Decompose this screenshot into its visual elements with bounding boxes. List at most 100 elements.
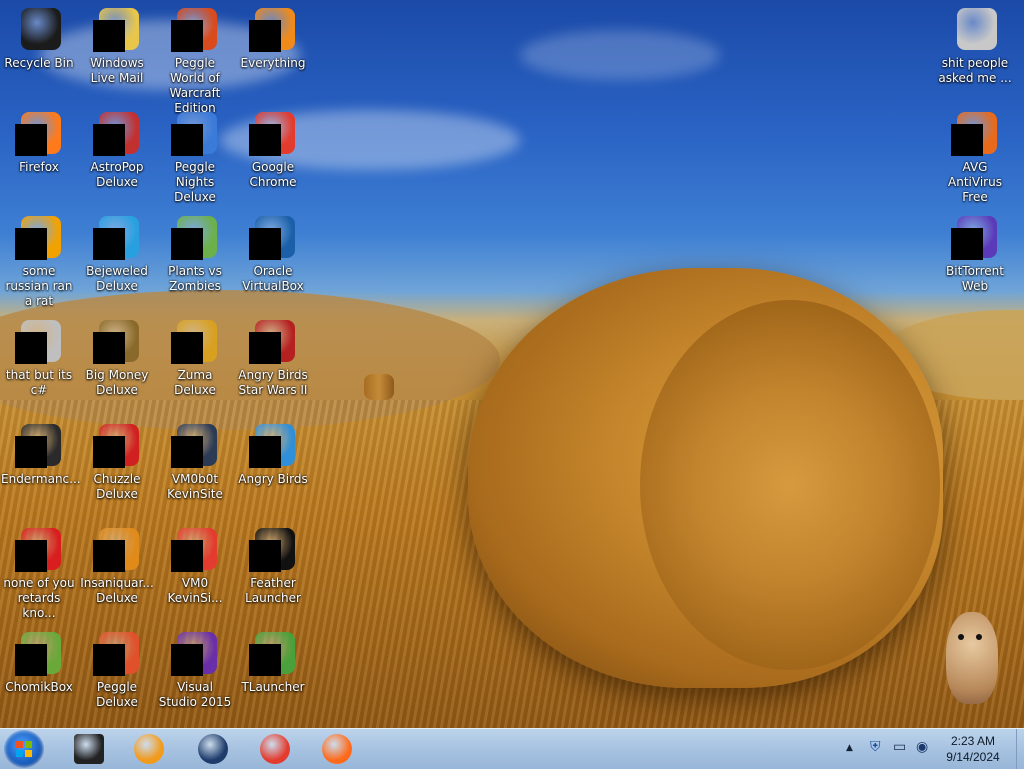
- desktop-icon[interactable]: Visual Studio 2015: [156, 624, 234, 724]
- desktop-icon-label: TLauncher: [241, 680, 305, 694]
- desktop-icon[interactable]: Endermanc...: [0, 416, 81, 516]
- windows-logo-icon: [16, 741, 32, 757]
- taskbar: ▲ ⛨ ▭ ◉ 2:23 AM 9/14/2024: [0, 728, 1024, 769]
- taskbar-app-media-player[interactable]: [126, 732, 172, 766]
- taskbar-app-mail-app[interactable]: [66, 732, 112, 766]
- redaction-box: [171, 540, 203, 572]
- volume-icon[interactable]: ◉: [916, 739, 928, 755]
- desktop-icon[interactable]: TLauncher: [234, 624, 312, 724]
- media-player-icon: [134, 734, 164, 764]
- app-icon: [951, 6, 999, 54]
- desktop-icon[interactable]: Plants vs Zombies: [156, 208, 234, 308]
- app-icon: [951, 110, 999, 158]
- desktop-icon[interactable]: Insaniquar... Deluxe: [78, 520, 156, 620]
- app-icon: [951, 214, 999, 262]
- desktop-icon-label: Windows Live Mail: [90, 56, 144, 85]
- redaction-box: [93, 20, 125, 52]
- desktop-icon[interactable]: Peggle World of Warcraft Edition: [156, 0, 234, 115]
- redaction-box: [93, 436, 125, 468]
- monitor-icon[interactable]: ▭: [893, 739, 906, 755]
- desktop-icon[interactable]: Angry Birds Star Wars II: [234, 312, 312, 412]
- desktop-icon[interactable]: some russian ran a rat: [0, 208, 78, 308]
- app-icon: [15, 526, 63, 574]
- clock[interactable]: 2:23 AM 9/14/2024: [930, 733, 1016, 765]
- desktop-icon-label: Bejeweled Deluxe: [86, 264, 148, 293]
- desktop-icon[interactable]: Angry Birds: [234, 416, 312, 516]
- desktop-icon[interactable]: Feather Launcher: [234, 520, 312, 620]
- desktop-icon[interactable]: Google Chrome: [234, 104, 312, 204]
- desktop-icon[interactable]: Zuma Deluxe: [156, 312, 234, 412]
- redaction-box: [93, 540, 125, 572]
- desktop-icon[interactable]: Windows Live Mail: [78, 0, 156, 100]
- app-icon: [15, 110, 63, 158]
- show-hidden-icons-button[interactable]: ▲: [846, 743, 853, 753]
- desktop-icon[interactable]: VM0b0t KevinSite: [156, 416, 234, 516]
- desktop-icon-label: AVG AntiVirus Free: [948, 160, 1002, 204]
- redaction-box: [249, 20, 281, 52]
- desktop-icon-label: BitTorrent Web: [946, 264, 1004, 293]
- shield-icon[interactable]: ⛨: [870, 739, 881, 755]
- app-icon: [171, 630, 219, 678]
- clock-time: 2:23 AM: [950, 734, 996, 748]
- desktop-icon-label: Chuzzle Deluxe: [93, 472, 141, 501]
- desktop-icon[interactable]: Everything: [234, 0, 312, 100]
- app-icon: [15, 214, 63, 262]
- desktop-icon-label: Peggle Nights Deluxe: [174, 160, 216, 204]
- desktop-icon-label: Visual Studio 2015: [158, 680, 232, 709]
- desktop-icon[interactable]: ChomikBox: [0, 624, 78, 724]
- desktop-icon[interactable]: that but its c#: [0, 312, 78, 412]
- redaction-box: [15, 332, 47, 364]
- desktop-icon[interactable]: Recycle Bin: [0, 0, 78, 100]
- redaction-box: [171, 332, 203, 364]
- desktop-icon-label: Everything: [240, 56, 306, 70]
- app-icon: [171, 526, 219, 574]
- desktop-icon-label: ChomikBox: [5, 680, 73, 694]
- redaction-box: [15, 228, 47, 260]
- desktop-icon-label: VM0 KevinSi...: [167, 576, 223, 605]
- desktop-icon-label: none of you retards kno...: [3, 576, 75, 620]
- desktop-icon[interactable]: shit people asked me ...: [936, 0, 1014, 100]
- app-icon: [171, 422, 219, 470]
- app-icon: [15, 318, 63, 366]
- cloud: [520, 30, 720, 80]
- redaction-box: [951, 124, 983, 156]
- taskbar-app-globe-app[interactable]: [190, 732, 236, 766]
- desktop-icon[interactable]: none of you retards kno...: [0, 520, 78, 620]
- desktop-icon[interactable]: Big Money Deluxe: [78, 312, 156, 412]
- app-icon: [249, 214, 297, 262]
- desktop-icon-label: some russian ran a rat: [5, 264, 73, 308]
- taskbar-app-firefox[interactable]: [314, 732, 360, 766]
- desktop-icon-label: Zuma Deluxe: [174, 368, 216, 397]
- desktop-icon-label: AstroPop Deluxe: [90, 160, 144, 189]
- start-button[interactable]: [4, 730, 44, 768]
- redaction-box: [171, 20, 203, 52]
- desktop-icon-label: Peggle Deluxe: [96, 680, 138, 709]
- globe-app-icon: [198, 734, 228, 764]
- app-icon: [15, 630, 63, 678]
- app-icon: [249, 110, 297, 158]
- desktop-icon[interactable]: BitTorrent Web: [936, 208, 1014, 308]
- app-icon: [15, 6, 63, 54]
- redaction-box: [249, 644, 281, 676]
- desktop-icon[interactable]: Oracle VirtualBox: [234, 208, 312, 308]
- mail-app-icon: [74, 734, 104, 764]
- desktop-icon[interactable]: AVG AntiVirus Free: [936, 104, 1014, 204]
- desktop-icon[interactable]: Chuzzle Deluxe: [78, 416, 156, 516]
- app-icon: [15, 422, 63, 470]
- redaction-box: [93, 124, 125, 156]
- taskbar-app-chrome[interactable]: [252, 732, 298, 766]
- app-icon: [93, 6, 141, 54]
- desktop-icon[interactable]: Peggle Nights Deluxe: [156, 104, 234, 204]
- desktop-icon[interactable]: Firefox: [0, 104, 78, 204]
- desktop-icon-label: Angry Birds Star Wars II: [238, 368, 308, 397]
- desktop-icon[interactable]: AstroPop Deluxe: [78, 104, 156, 204]
- desktop-icon-label: Recycle Bin: [4, 56, 74, 70]
- show-desktop-button[interactable]: [1016, 729, 1024, 769]
- desktop[interactable]: Recycle Bin Windows Live Mail Peggle World…: [0, 0, 1024, 728]
- desktop-icon[interactable]: Peggle Deluxe: [78, 624, 156, 724]
- hamster-gadget[interactable]: [938, 612, 1008, 706]
- desktop-icon[interactable]: VM0 KevinSi...: [156, 520, 234, 620]
- desktop-icon-label: that but its c#: [5, 368, 73, 397]
- desktop-icon[interactable]: Bejeweled Deluxe: [78, 208, 156, 308]
- redaction-box: [15, 436, 47, 468]
